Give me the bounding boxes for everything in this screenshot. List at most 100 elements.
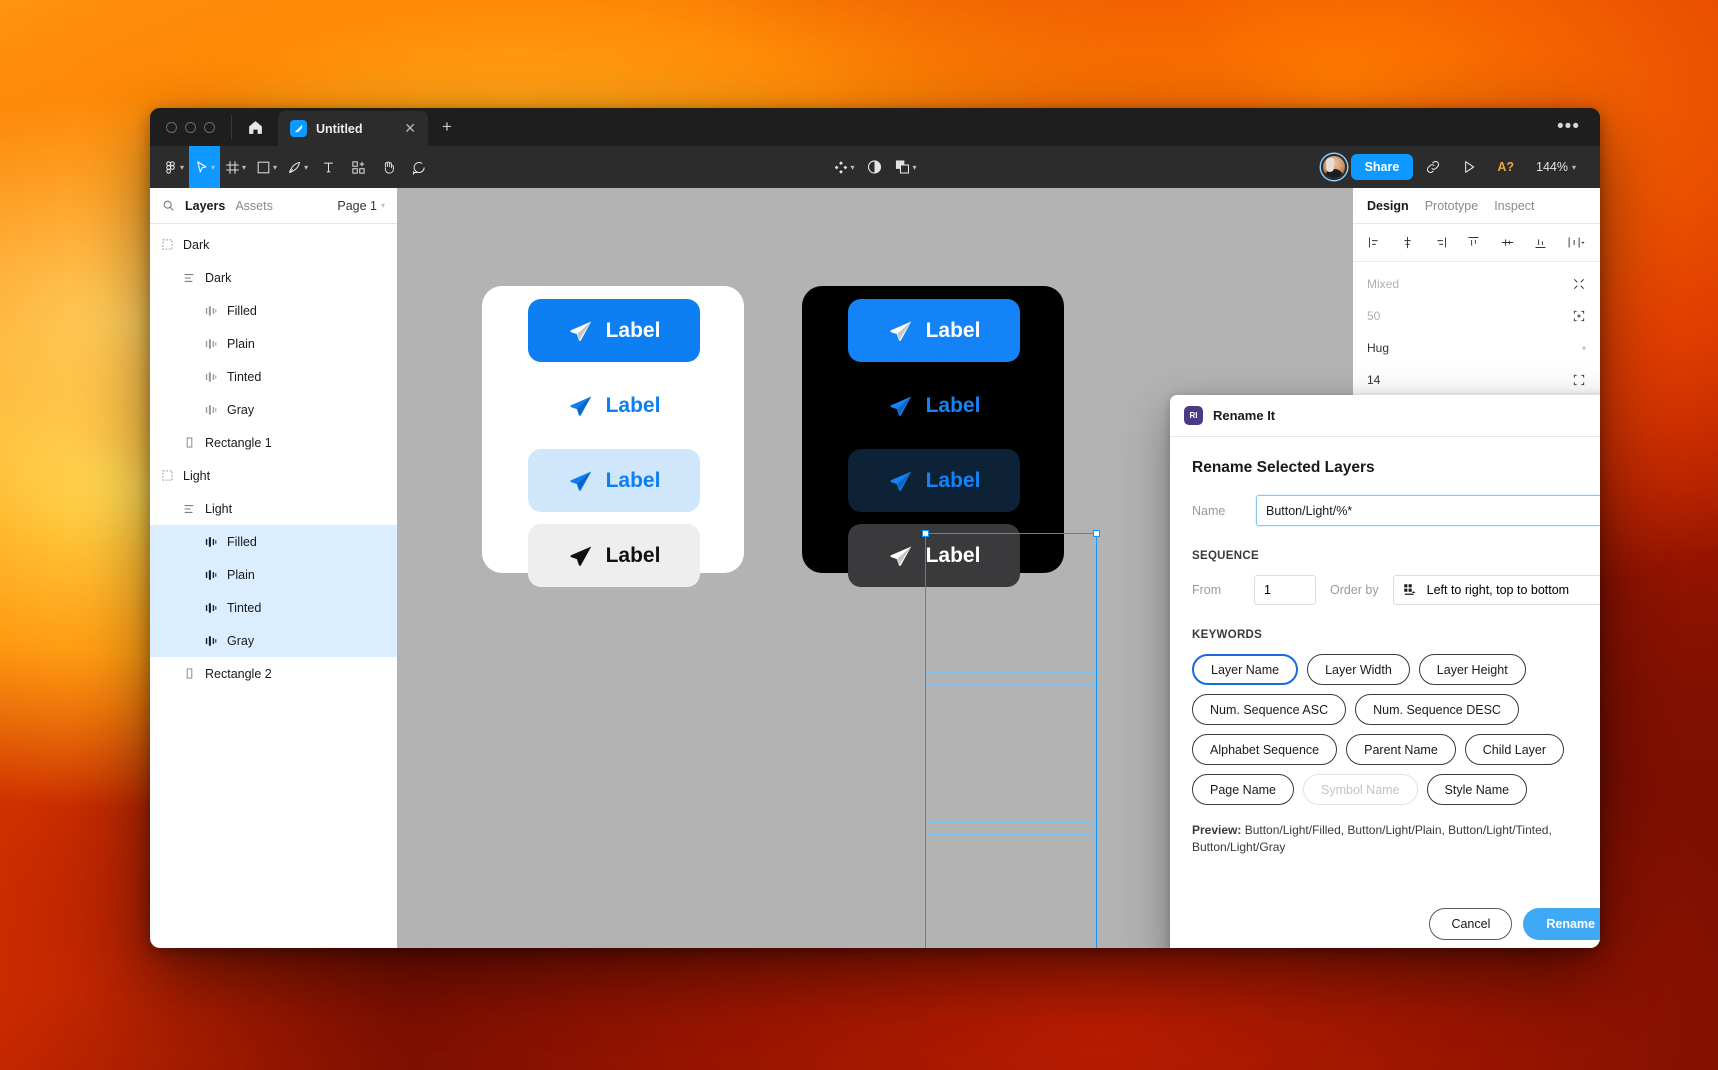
text-tool[interactable] (313, 146, 343, 188)
orderby-select[interactable]: Left to right, top to bottom ▾ (1392, 575, 1600, 605)
align-right-icon[interactable] (1433, 235, 1448, 250)
tab-design[interactable]: Design (1367, 199, 1409, 213)
file-tab[interactable]: Untitled ✕ (278, 111, 428, 146)
comment-tool[interactable] (403, 146, 433, 188)
button-gap (848, 437, 1020, 449)
present-play-icon[interactable] (1453, 159, 1485, 175)
frame-dark[interactable]: Label Label Label Label (802, 286, 1064, 587)
collapse-icon[interactable] (1572, 277, 1586, 291)
search-icon[interactable] (162, 199, 175, 212)
from-input[interactable]: 1 (1254, 575, 1316, 605)
layer-row-plain[interactable]: Plain (150, 327, 397, 360)
layer-row-dark[interactable]: Dark (150, 228, 397, 261)
layer-row-plain[interactable]: Plain (150, 558, 397, 591)
contrast-tool[interactable] (860, 146, 890, 188)
frame-tool[interactable]: ▾ (220, 146, 251, 188)
components-tool[interactable] (343, 146, 373, 188)
keyword-layer-width[interactable]: Layer Width (1307, 654, 1410, 685)
layer-row-filled[interactable]: Filled (150, 525, 397, 558)
canvas-button[interactable]: Label (848, 374, 1020, 437)
window-controls[interactable] (150, 108, 231, 146)
move-tool[interactable]: ▾ (189, 146, 221, 188)
canvas-button[interactable]: Label (848, 449, 1020, 512)
window-titlebar: Untitled ✕ + ••• (150, 108, 1600, 146)
layer-row-gray[interactable]: Gray (150, 624, 397, 657)
canvas-button[interactable]: Label (528, 299, 700, 362)
layer-row-rectangle-1[interactable]: Rectangle 1 (150, 426, 397, 459)
layer-row-tinted[interactable]: Tinted (150, 591, 397, 624)
figma-menu-button[interactable]: ▾ (158, 146, 189, 188)
align-left-icon[interactable] (1367, 235, 1382, 250)
page-selector[interactable]: Page 1 ▾ (337, 199, 385, 213)
keyword-num-sequence-desc[interactable]: Num. Sequence DESC (1355, 694, 1519, 725)
paper-plane-icon (888, 468, 914, 494)
canvas-button-label: Label (925, 318, 981, 342)
tab-layers[interactable]: Layers (185, 199, 225, 213)
copy-link-icon[interactable] (1417, 159, 1449, 175)
share-button[interactable]: Share (1350, 154, 1414, 180)
frame-light[interactable]: Label Label Label Label (482, 286, 744, 587)
keyword-style-name[interactable]: Style Name (1426, 774, 1528, 805)
layer-label: Filled (227, 303, 257, 318)
layer-label: Filled (227, 534, 257, 549)
canvas-button[interactable]: Label (848, 299, 1020, 362)
zoom-level-menu[interactable]: 144% ▾ (1526, 160, 1582, 174)
keyword-layer-height[interactable]: Layer Height (1418, 654, 1526, 685)
layer-row-light[interactable]: Light (150, 492, 397, 525)
align-bottom-icon[interactable] (1533, 235, 1548, 250)
canvas-button[interactable]: Label (848, 524, 1020, 587)
rename-button[interactable]: Rename (1523, 908, 1600, 940)
avatar[interactable] (1320, 154, 1347, 180)
maximize-window-icon[interactable] (204, 121, 215, 133)
hand-tool[interactable] (373, 146, 403, 188)
layer-row-light[interactable]: Light (150, 459, 397, 492)
close-window-icon[interactable] (166, 121, 177, 133)
corner-radius-value[interactable]: 50 (1367, 309, 1380, 323)
keyword-layer-name[interactable]: Layer Name (1192, 654, 1299, 685)
tab-assets[interactable]: Assets (235, 199, 273, 213)
layer-label: Plain (227, 567, 255, 582)
resize-handle-ne[interactable] (1093, 530, 1100, 537)
home-button[interactable] (232, 108, 278, 146)
window-more-menu[interactable]: ••• (1537, 108, 1600, 146)
new-tab-button[interactable]: + (428, 108, 466, 146)
minimize-window-icon[interactable] (185, 121, 196, 133)
keyword-parent-name[interactable]: Parent Name (1346, 734, 1456, 765)
layer-row-rectangle-2[interactable]: Rectangle 2 (150, 657, 397, 690)
layer-row-dark[interactable]: Dark (150, 261, 397, 294)
cancel-button[interactable]: Cancel (1429, 908, 1513, 940)
resizing-value[interactable]: Hug (1367, 341, 1389, 355)
paper-plane-icon (888, 393, 914, 419)
figma-app-window: Untitled ✕ + ••• ▾ ▾ ▾ ▾ ▾ ▾ ▾ Share A? … (150, 108, 1600, 948)
chevron-down-icon[interactable]: ▾ (1582, 344, 1586, 353)
version-history-icon[interactable]: A? (1489, 160, 1522, 174)
align-horizontal-center-icon[interactable] (1400, 235, 1415, 250)
plugins-tool[interactable]: ▾ (828, 146, 859, 188)
keyword-num-sequence-asc[interactable]: Num. Sequence ASC (1192, 694, 1347, 725)
shape-tool[interactable]: ▾ (251, 146, 282, 188)
component-icon (204, 404, 218, 416)
spacing-value[interactable]: 14 (1367, 373, 1380, 387)
align-top-icon[interactable] (1466, 235, 1481, 250)
distribute-menu-icon[interactable] (1566, 235, 1586, 250)
keyword-alphabet-sequence[interactable]: Alphabet Sequence (1192, 734, 1338, 765)
tab-prototype[interactable]: Prototype (1425, 199, 1479, 213)
keyword-page-name[interactable]: Page Name (1192, 774, 1295, 805)
close-tab-icon[interactable]: ✕ (396, 120, 416, 137)
tab-inspect[interactable]: Inspect (1494, 199, 1534, 213)
layer-row-tinted[interactable]: Tinted (150, 360, 397, 393)
autolayout-icon (182, 272, 196, 284)
canvas-button[interactable]: Label (528, 524, 700, 587)
canvas-button[interactable]: Label (528, 449, 700, 512)
rotation-value[interactable]: Mixed (1367, 277, 1399, 291)
independent-corners-icon[interactable] (1572, 309, 1586, 323)
layer-row-gray[interactable]: Gray (150, 393, 397, 426)
align-vertical-center-icon[interactable] (1500, 235, 1515, 250)
keyword-child-layer[interactable]: Child Layer (1464, 734, 1565, 765)
layer-row-filled[interactable]: Filled (150, 294, 397, 327)
pen-tool[interactable]: ▾ (282, 146, 313, 188)
name-input[interactable]: Button/Light/%* (1256, 495, 1600, 526)
constraints-icon[interactable] (1572, 373, 1586, 387)
canvas-button[interactable]: Label (528, 374, 700, 437)
boolean-tool[interactable]: ▾ (890, 146, 922, 188)
